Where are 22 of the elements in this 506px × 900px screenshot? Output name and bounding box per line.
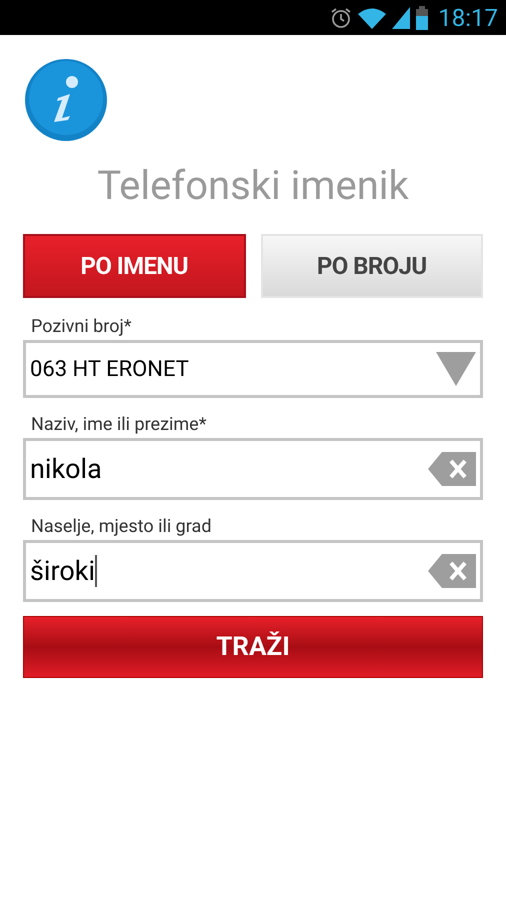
search-button[interactable]: TRAŽI: [23, 616, 483, 678]
tab[interactable]: PO IMENU: [23, 234, 246, 298]
wifi-icon: [358, 6, 386, 28]
clear-icon[interactable]: [428, 452, 476, 486]
field-label: Naziv, ime ili prezime*: [30, 414, 208, 436]
page-title: Telefonski imenik: [96, 162, 410, 210]
field-value: široki: [30, 554, 96, 589]
clear-icon[interactable]: [428, 554, 476, 588]
info-icon: [24, 58, 108, 142]
input-field[interactable]: nikola: [23, 438, 483, 500]
field-value: 063 HT ERONET: [30, 356, 189, 384]
field-value: nikola: [30, 452, 102, 487]
field-label: Pozivni broj*: [30, 316, 133, 338]
alarm-clock-icon: [330, 6, 352, 28]
field-label: Naselje, mjesto ili grad: [30, 516, 212, 538]
dropdown-field[interactable]: 063 HT ERONET: [23, 340, 483, 398]
signal-icon: [392, 6, 410, 28]
status-time: 18:17: [438, 2, 498, 34]
battery-icon: [416, 6, 428, 30]
input-field[interactable]: široki: [23, 540, 483, 602]
dropdown-arrow-icon: [436, 352, 476, 386]
tab[interactable]: PO BROJU: [260, 234, 483, 298]
